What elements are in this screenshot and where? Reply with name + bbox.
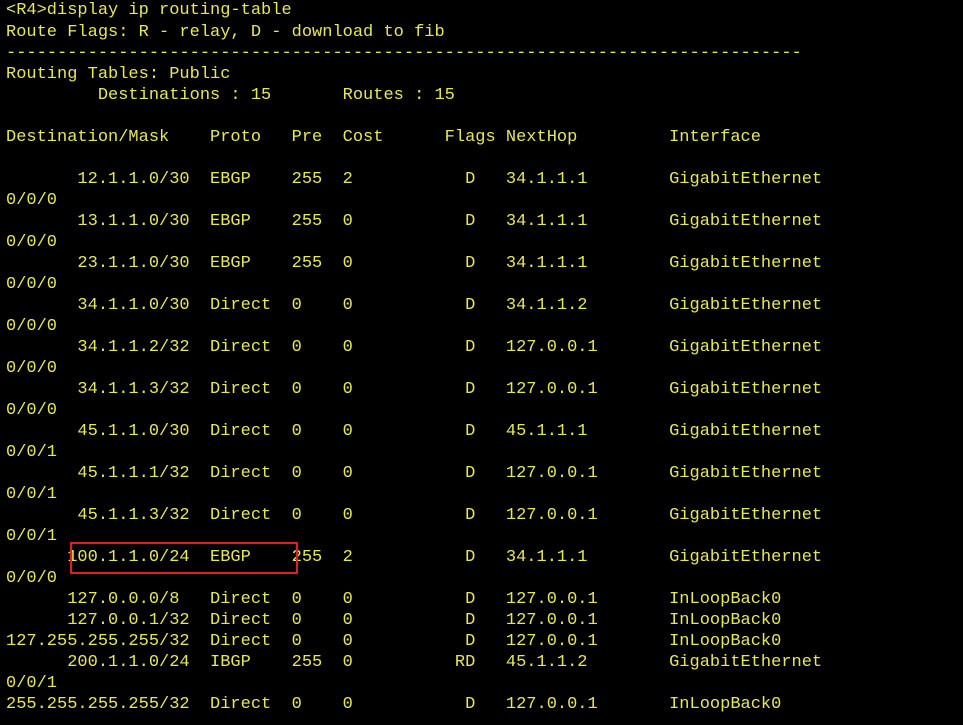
terminal-line: 45.1.1.1/32 Direct 0 0 D 127.0.0.1 Gigab… — [6, 464, 823, 483]
terminal-line: Destination/Mask Proto Pre Cost Flags Ne… — [6, 128, 761, 147]
terminal-line: 13.1.1.0/30 EBGP 255 0 D 34.1.1.1 Gigabi… — [6, 212, 823, 231]
terminal-line: 45.1.1.3/32 Direct 0 0 D 127.0.0.1 Gigab… — [6, 506, 823, 525]
terminal-line: 23.1.1.0/30 EBGP 255 0 D 34.1.1.1 Gigabi… — [6, 254, 823, 273]
terminal-line: Route Flags: R - relay, D - download to … — [6, 23, 445, 42]
terminal-line: 127.0.0.0/8 Direct 0 0 D 127.0.0.1 InLoo… — [6, 590, 782, 609]
terminal-line: 127.255.255.255/32 Direct 0 0 D 127.0.0.… — [6, 632, 782, 651]
terminal-line: 45.1.1.0/30 Direct 0 0 D 45.1.1.1 Gigabi… — [6, 422, 823, 441]
terminal-line: <R4>display ip routing-table — [6, 1, 292, 20]
terminal-line: 0/0/0 — [6, 317, 58, 336]
terminal-line: 200.1.1.0/24 IBGP 255 0 RD 45.1.1.2 Giga… — [6, 653, 823, 672]
terminal-line: 34.1.1.2/32 Direct 0 0 D 127.0.0.1 Gigab… — [6, 338, 823, 357]
terminal-line: 0/0/0 — [6, 233, 58, 252]
terminal-line: 0/0/1 — [6, 443, 58, 462]
terminal-window[interactable]: <R4>display ip routing-table Route Flags… — [0, 0, 963, 725]
terminal-line: 0/0/0 — [6, 359, 58, 378]
terminal-line: 34.1.1.3/32 Direct 0 0 D 127.0.0.1 Gigab… — [6, 380, 823, 399]
terminal-line: 0/0/1 — [6, 674, 58, 693]
terminal-line: 255.255.255.255/32 Direct 0 0 D 127.0.0.… — [6, 695, 782, 714]
terminal-line: Destinations : 15 Routes : 15 — [6, 86, 455, 105]
terminal-line: 0/0/1 — [6, 485, 58, 504]
terminal-line: 34.1.1.0/30 Direct 0 0 D 34.1.1.2 Gigabi… — [6, 296, 823, 315]
terminal-line: 0/0/0 — [6, 191, 58, 210]
terminal-line: 0/0/1 — [6, 527, 58, 546]
terminal-line: 127.0.0.1/32 Direct 0 0 D 127.0.0.1 InLo… — [6, 611, 782, 630]
terminal-line: 0/0/0 — [6, 275, 58, 294]
terminal-line: 0/0/0 — [6, 569, 58, 588]
terminal-line: 100.1.1.0/24 EBGP 255 2 D 34.1.1.1 Gigab… — [6, 548, 823, 567]
terminal-line: Routing Tables: Public — [6, 65, 231, 84]
terminal-line: ----------------------------------------… — [6, 44, 802, 63]
terminal-line: 12.1.1.0/30 EBGP 255 2 D 34.1.1.1 Gigabi… — [6, 170, 823, 189]
terminal-line: 0/0/0 — [6, 401, 58, 420]
